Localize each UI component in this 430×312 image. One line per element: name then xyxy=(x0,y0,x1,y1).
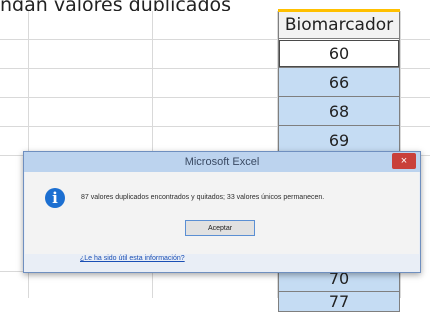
message-dialog: Microsoft Excel × i 87 valores duplicado… xyxy=(23,151,421,273)
close-icon: × xyxy=(400,155,408,167)
grid-line xyxy=(0,97,278,98)
dialog-titlebar[interactable]: Microsoft Excel × xyxy=(24,152,420,172)
ok-button[interactable]: Aceptar xyxy=(185,220,255,236)
grid-line xyxy=(0,39,278,40)
grid-line xyxy=(400,68,430,69)
close-button[interactable]: × xyxy=(392,153,416,169)
info-icon: i xyxy=(45,188,65,208)
grid-line xyxy=(400,39,430,40)
grid-line xyxy=(0,126,278,127)
cell-d2[interactable]: 60 xyxy=(278,39,400,68)
cell-d3[interactable]: 66 xyxy=(278,68,400,97)
grid-line xyxy=(400,126,430,127)
dialog-title: Microsoft Excel xyxy=(184,156,260,168)
column-header-biomarcador[interactable]: Biomarcador xyxy=(278,9,400,39)
grid-line xyxy=(0,68,278,69)
grid-line xyxy=(400,97,430,98)
cell-d4[interactable]: 68 xyxy=(278,97,400,126)
dialog-body: i 87 valores duplicados encontrados y qu… xyxy=(25,172,419,254)
dialog-message: 87 valores duplicados encontrados y quit… xyxy=(81,194,325,201)
cell-d11[interactable]: 77 xyxy=(278,292,400,312)
help-link[interactable]: ¿Le ha sido útil esta información? xyxy=(80,255,185,262)
